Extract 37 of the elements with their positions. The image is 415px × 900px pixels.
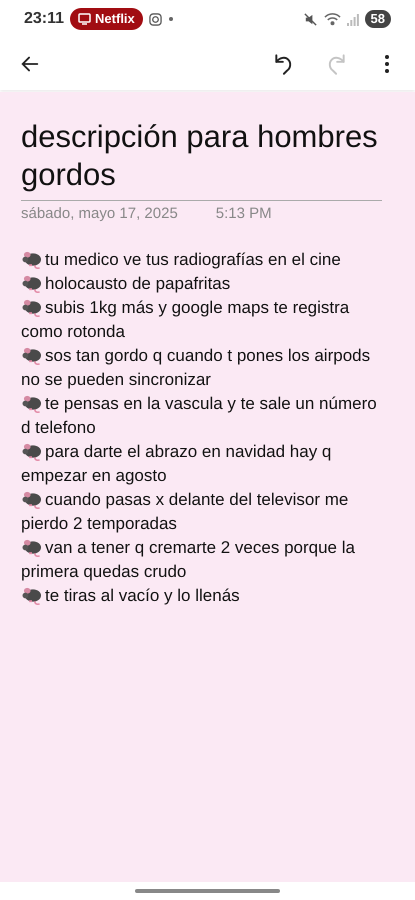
rat-icon [21, 586, 43, 605]
note-line: te tiras al vacío y lo llenás [45, 584, 240, 606]
dot-icon [168, 16, 174, 22]
clock-time: 23:11 [24, 9, 64, 29]
note-line: cuando pasas x delante del televisor me [45, 488, 348, 510]
rat-icon [21, 346, 43, 365]
rat-icon [21, 394, 43, 413]
note-line: te pensas en la vascula y te sale un número [45, 392, 377, 414]
note-line: d telefono [21, 416, 96, 438]
note-line: como rotonda [21, 320, 125, 342]
note-title: descripción para hombres gordos [21, 118, 379, 194]
note-line: holocausto de papafritas [45, 272, 230, 294]
note-date: sábado, mayo 17, 2025 [21, 204, 178, 224]
note-line: pierdo 2 temporadas [21, 512, 177, 534]
note-line: empezar en agosto [21, 464, 167, 486]
note-line: no se pueden sincronizar [21, 368, 211, 390]
more-options-icon [384, 54, 390, 74]
note-line: sos tan gordo q cuando t pones los airpods [45, 344, 370, 366]
rat-icon [21, 298, 43, 317]
rat-icon [21, 274, 43, 293]
rat-icon [21, 538, 43, 557]
rat-icon [21, 442, 43, 461]
note-line: subis 1kg más y google maps te registra [45, 296, 350, 318]
note-line: primera quedas crudo [21, 560, 186, 582]
note-line: van a tener q cremarte 2 veces porque la [45, 536, 355, 558]
tv-icon [78, 13, 92, 25]
rat-icon [21, 490, 43, 509]
battery-indicator: 58 [364, 10, 391, 28]
wifi-icon [324, 12, 341, 26]
note-line: para darte el abrazo en navidad hay q [45, 440, 332, 462]
mute-icon [302, 12, 318, 26]
camera-app-icon [148, 12, 162, 26]
note-line: tu medico ve tus radiografías en el cine [45, 248, 341, 270]
netflix-notification-chip: Netflix [70, 8, 143, 30]
note-time: 5:13 PM [216, 204, 272, 224]
rat-icon [21, 250, 43, 269]
signal-icon [346, 12, 359, 26]
